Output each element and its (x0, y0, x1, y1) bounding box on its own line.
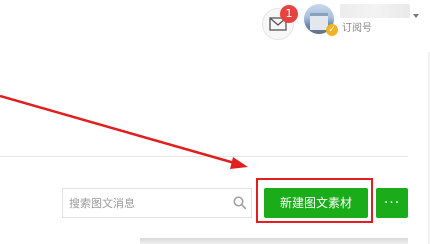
annotation-arrow (0, 94, 248, 169)
